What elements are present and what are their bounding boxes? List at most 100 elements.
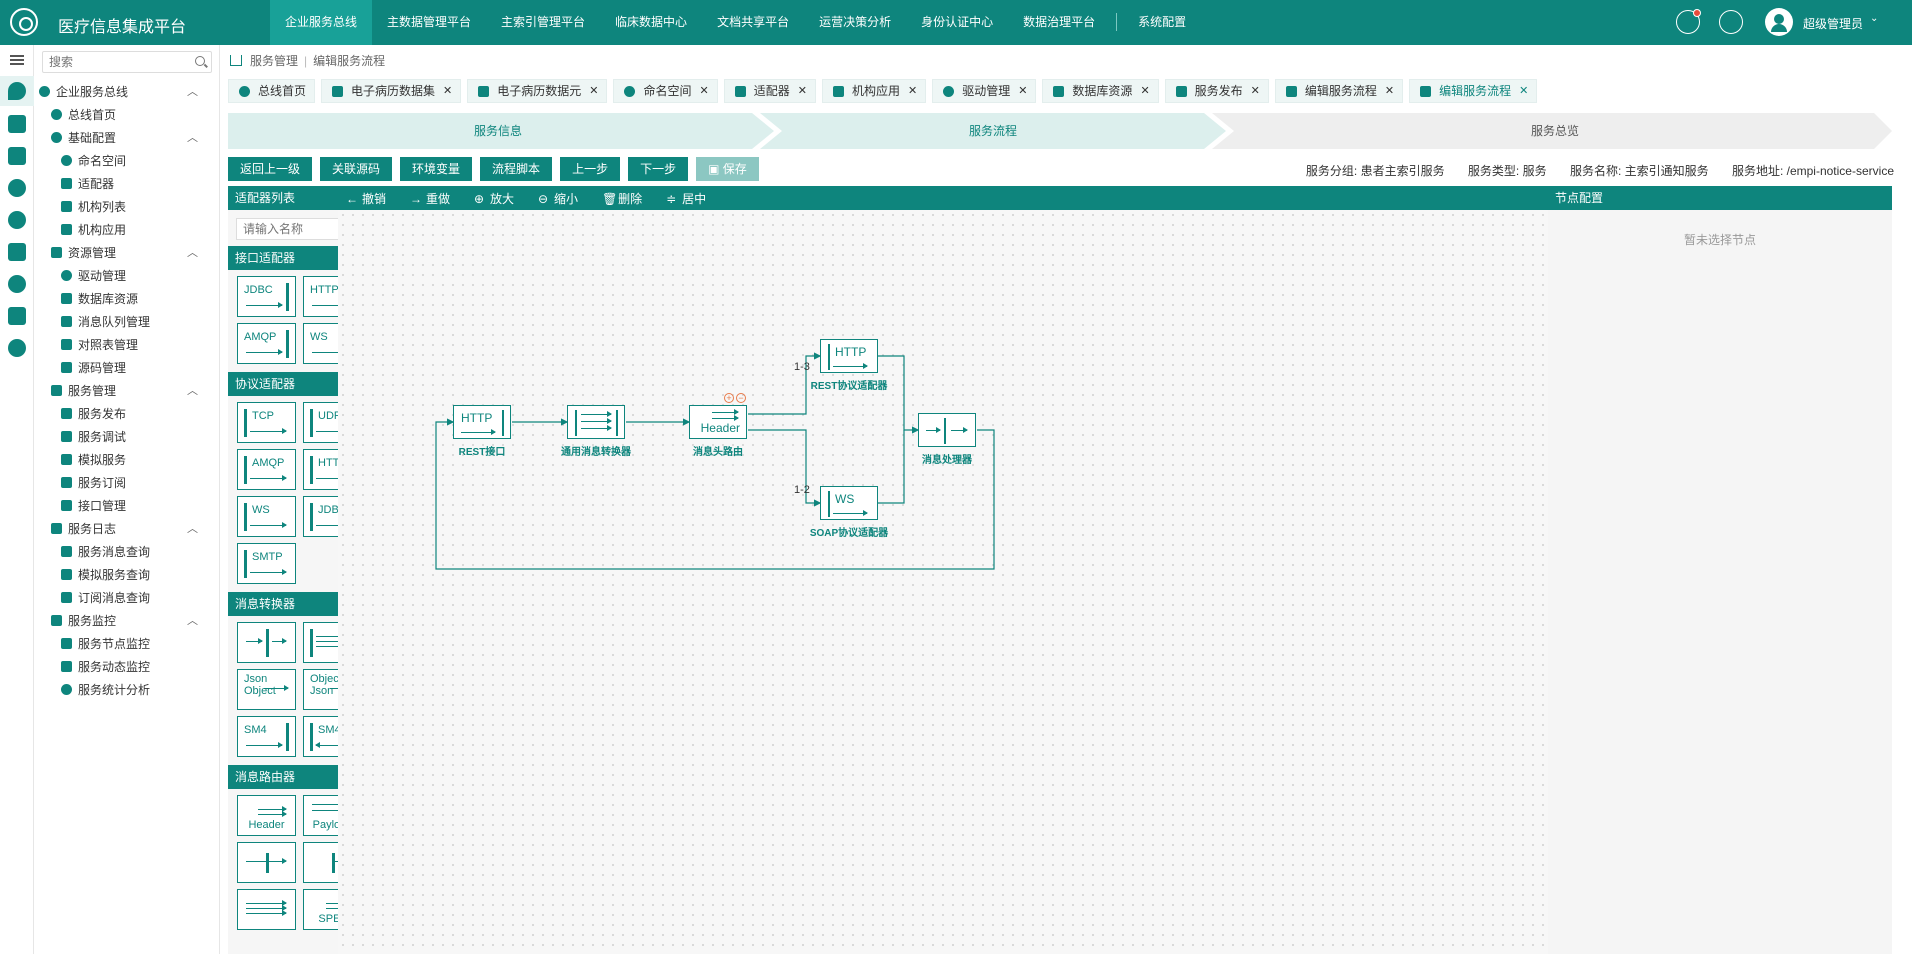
tile-multicast-router[interactable] [237,889,296,930]
step-service-flow[interactable]: 服务流程 [768,113,1218,149]
sidebar-item-mq[interactable]: 消息队列管理 [61,312,150,332]
env-vars-button[interactable]: 环境变量 [400,157,473,181]
close-icon[interactable]: ✕ [1519,79,1528,103]
sidebar-item-msg-query[interactable]: 服务消息查询 [61,542,150,562]
tab-driver[interactable]: 驱动管理 ✕ [932,79,1037,103]
topnav-identity[interactable]: 身份认证中心 [906,0,1008,45]
briefcase-icon[interactable] [8,243,26,261]
user-avatar[interactable] [1765,8,1793,36]
close-icon[interactable]: ✕ [908,79,917,103]
tile-ws-protocol[interactable]: WS [237,496,296,537]
close-icon[interactable]: ✕ [1385,79,1394,103]
sidebar-item-resource[interactable]: 资源管理 [51,243,116,263]
dollar-circle-icon[interactable] [8,179,26,197]
step-service-info[interactable]: 服务信息 [228,113,768,149]
zoom-in-button[interactable]: ⊕ 放大 [474,190,514,207]
tile-amqp-protocol[interactable]: AMQP [237,449,296,490]
topnav-cdr[interactable]: 临床数据中心 [600,0,702,45]
link-source-button[interactable]: 关联源码 [320,157,393,181]
chevron-up-icon[interactable]: ︿ [187,244,198,260]
close-icon[interactable]: ✕ [700,79,709,103]
chevron-up-icon[interactable]: ︿ [187,382,198,398]
user-icon[interactable] [8,275,26,293]
chevron-up-icon[interactable]: ︿ [187,612,198,628]
tile-sm4-encrypt[interactable]: SM4 [237,716,296,757]
tile-recipient-router[interactable] [237,842,296,883]
sidebar-item-stats[interactable]: 服务统计分析 [61,680,150,700]
add-icon[interactable]: + [724,393,734,403]
topnav-doc-share[interactable]: 文档共享平台 [702,0,804,45]
sidebar-search[interactable] [42,51,212,73]
sidebar-item-sub-query[interactable]: 订阅消息查询 [61,588,150,608]
sidebar-item-driver[interactable]: 驱动管理 [61,266,126,286]
user-name[interactable]: 超级管理员 [1803,15,1863,32]
tab-org-app[interactable]: 机构应用 ✕ [821,79,927,103]
sidebar-item-org-app[interactable]: 机构应用 [61,220,126,240]
tile-amqp[interactable]: AMQP [237,323,296,364]
sidebar-item-interface[interactable]: 接口管理 [61,496,126,516]
next-step-button[interactable]: 下一步 [628,157,689,181]
sidebar-item-org-list[interactable]: 机构列表 [61,197,126,217]
tile-json-object[interactable]: Json Object [237,669,296,710]
tab-namespace[interactable]: 命名空间 ✕ [613,79,718,103]
tab-emr-dataset[interactable]: 电子病历数据集 ✕ [321,79,462,103]
close-icon[interactable]: ✕ [443,79,452,103]
zoom-out-button[interactable]: ⊖ 缩小 [538,190,578,207]
chevron-up-icon[interactable]: ︿ [187,83,198,99]
sidebar-item-mock[interactable]: 模拟服务 [61,450,126,470]
database-icon[interactable] [8,115,26,133]
chevron-up-icon[interactable]: ︿ [187,129,198,145]
sidebar-item-db-resource[interactable]: 数据库资源 [61,289,138,309]
tab-emr-element[interactable]: 电子病历数据元 ✕ [467,79,608,103]
sidebar-search-input[interactable] [43,52,183,72]
sidebar-item-monitor[interactable]: 服务监控 [51,611,116,631]
gear-icon[interactable] [8,339,26,357]
home-icon[interactable] [230,55,242,66]
close-icon[interactable]: ✕ [1140,79,1149,103]
flow-node-transformer[interactable] [567,405,625,439]
tile-tcp[interactable]: TCP [237,402,296,443]
flow-node-message-handler[interactable] [918,413,976,447]
sidebar-item-service-mgmt[interactable]: 服务管理 [51,381,116,401]
flow-node-rest-protocol-adapter[interactable]: HTTP [820,339,878,373]
tab-db-resource[interactable]: 数据库资源 ✕ [1042,79,1159,103]
remove-icon[interactable]: − [736,393,746,403]
prev-step-button[interactable]: 上一步 [560,157,621,181]
topnav-operations[interactable]: 运营决策分析 [804,0,906,45]
flow-node-header-router[interactable]: Header [689,405,747,439]
fullscreen-icon[interactable] [1719,10,1743,34]
topnav-esb[interactable]: 企业服务总线 [270,0,373,45]
tab-adapter[interactable]: 适配器 ✕ [723,79,816,103]
server-icon[interactable] [8,307,26,325]
chevron-down-icon[interactable]: ⌄ [1870,13,1878,24]
save-button[interactable]: ▣ 保存 [696,157,759,181]
sidebar-item-adapter[interactable]: 适配器 [61,174,114,194]
step-service-overview[interactable]: 服务总览 [1218,113,1892,149]
sidebar-item-namespace[interactable]: 命名空间 [61,151,126,171]
delete-button[interactable]: 🗑删除 [602,190,642,207]
topnav-empi[interactable]: 主索引管理平台 [486,0,600,45]
tab-edit-flow[interactable]: 编辑服务流程 ✕ [1274,79,1404,103]
menu-toggle-icon[interactable] [10,55,24,57]
close-icon[interactable]: ✕ [589,79,598,103]
flow-node-rest-interface[interactable]: HTTP [453,405,511,439]
sidebar-item-basic-config[interactable]: 基础配置 [51,128,116,148]
close-icon[interactable]: ✕ [798,79,807,103]
tab-publish[interactable]: 服务发布 ✕ [1164,79,1269,103]
sidebar-item-publish[interactable]: 服务发布 [61,404,126,424]
tile-jdbc[interactable]: JDBC [237,276,296,317]
flow-node-soap-protocol-adapter[interactable]: WS [820,486,878,520]
close-icon[interactable]: ✕ [1018,79,1027,103]
sidebar-item-node-monitor[interactable]: 服务节点监控 [61,634,150,654]
notification-icon[interactable] [1676,9,1701,34]
sidebar-item-esb[interactable]: 企业服务总线 [39,82,128,102]
chevron-up-icon[interactable]: ︿ [187,520,198,536]
undo-button[interactable]: ← 撤销 [346,190,386,207]
sidebar-item-debug[interactable]: 服务调试 [61,427,126,447]
sidebar-item-dynamic-monitor[interactable]: 服务动态监控 [61,657,150,677]
sidebar-item-mock-query[interactable]: 模拟服务查询 [61,565,150,585]
sidebar-item-home[interactable]: 总线首页 [51,105,116,125]
back-button[interactable]: 返回上一级 [228,157,313,181]
shield-icon[interactable] [8,211,26,229]
tile-transformer[interactable] [237,622,296,663]
